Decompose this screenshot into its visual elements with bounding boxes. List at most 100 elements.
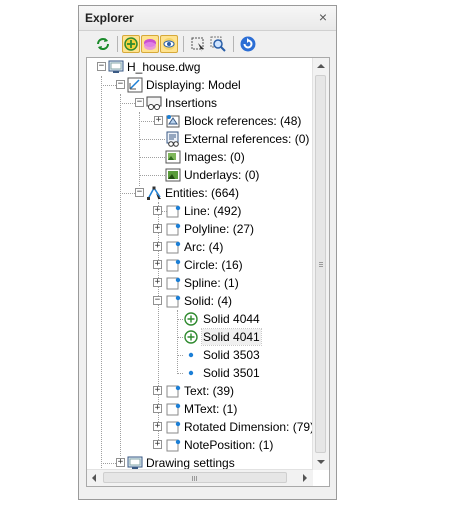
tree-label-entities: Entities: (664) [165,186,240,200]
tree-label-images: Images: (0) [184,150,245,164]
explorer-titlebar: Explorer × [79,6,336,31]
horizontal-scroll-thumb[interactable] [103,472,287,483]
expand-icon[interactable]: + [153,242,162,251]
refresh-icon[interactable] [94,35,112,53]
tree-node-spline[interactable]: + Spline: (1) [87,274,313,292]
collapse-icon[interactable]: − [135,188,144,197]
explorer-tree[interactable]: − H_house.dwg − Displaying: Model − Inse… [86,57,330,487]
tree-label-note-position: NotePosition: (1) [184,438,274,452]
vertical-scroll-thumb[interactable] [315,75,326,453]
tree-node-text[interactable]: + Text: (39) [87,382,313,400]
tree-node-solid-3501[interactable]: Solid 3501 [87,364,313,382]
tree-node-displaying[interactable]: − Displaying: Model [87,76,313,94]
tree-connector [120,193,135,194]
tree-label-text: Text: (39) [184,384,235,398]
scroll-right-icon[interactable] [303,474,307,482]
explorer-panel: Explorer × − H_house.dwg − Displaying: M… [78,5,337,500]
grip-icon [196,476,197,481]
add-circle-icon [183,329,199,345]
collapse-icon[interactable]: − [135,98,144,107]
tree-node-insertions[interactable]: − Insertions [87,94,313,112]
scroll-up-icon[interactable] [317,64,325,68]
tree-connector [120,103,135,104]
expand-icon[interactable]: + [153,224,162,233]
expand-icon[interactable]: + [153,260,162,269]
tree-label-spline: Spline: (1) [184,276,239,290]
expand-icon[interactable]: + [153,206,162,215]
tree-node-rotated-dimension[interactable]: + Rotated Dimension: (79) [87,418,314,436]
tree-node-arc[interactable]: + Arc: (4) [87,238,313,256]
tree-node-underlays[interactable]: Underlays: (0) [87,166,313,184]
tree-node-solid-4041[interactable]: Solid 4041 [87,328,313,346]
tree-node-solid-4044[interactable]: Solid 4044 [87,310,313,328]
update-icon[interactable] [239,35,257,53]
grip-icon [319,264,323,265]
expand-icon[interactable]: + [153,422,162,431]
explorer-toolbar [79,31,336,57]
tree-node-root[interactable]: − H_house.dwg [87,58,313,76]
tree-label-underlays: Underlays: (0) [184,168,260,182]
toolbar-separator [183,36,184,52]
horizontal-scrollbar[interactable] [87,469,313,486]
entity-type-icon [165,419,181,435]
tree-node-solid[interactable]: − Solid: (4) [87,292,313,310]
toolbar-separator [117,36,118,52]
show-properties-icon[interactable] [160,35,178,53]
model-space-icon [127,77,143,93]
tree-node-circle[interactable]: + Circle: (16) [87,256,313,274]
dot-icon [183,365,199,381]
collapse-icon[interactable]: − [116,80,125,89]
tree-node-images[interactable]: Images: (0) [87,148,313,166]
block-reference-icon [165,113,181,129]
tree-label-solid-3503: Solid 3503 [203,348,260,362]
select-region-icon[interactable] [189,35,207,53]
expand-icon[interactable]: + [116,458,125,467]
expand-icon[interactable]: + [153,404,162,413]
external-reference-icon [165,131,181,147]
show-layers-icon[interactable] [141,35,159,53]
close-icon[interactable]: × [315,9,331,25]
explorer-title: Explorer [85,11,134,25]
tree-node-note-position[interactable]: + NotePosition: (1) [87,436,313,454]
vertical-scrollbar[interactable] [312,58,329,470]
tree-node-mtext[interactable]: + MText: (1) [87,400,313,418]
tree-node-polyline[interactable]: + Polyline: (27) [87,220,313,238]
tree-label-arc: Arc: (4) [184,240,224,254]
show-entities-icon[interactable] [122,35,140,53]
expand-icon[interactable]: + [153,386,162,395]
drawing-file-icon [108,59,124,75]
tree-label-mtext: MText: (1) [184,402,238,416]
image-icon [165,149,181,165]
tree-label-solid-4041: Solid 4041 [201,328,262,346]
tree-node-solid-3503[interactable]: Solid 3503 [87,346,313,364]
collapse-icon[interactable]: − [153,296,162,305]
tree-label-solid-4044: Solid 4044 [203,312,260,326]
tree-label-block-references: Block references: (48) [184,114,302,128]
scroll-left-icon[interactable] [92,474,96,482]
insertions-icon [146,95,162,111]
scroll-down-icon[interactable] [317,460,325,464]
tree-node-block-references[interactable]: + Block references: (48) [87,112,313,130]
entity-type-icon [165,221,181,237]
tree-connector [139,157,165,158]
tree-label-insertions: Insertions [165,96,218,110]
zoom-to-entity-icon[interactable] [209,35,227,53]
entity-type-icon [165,293,181,309]
expand-icon[interactable]: + [153,278,162,287]
dot-icon [183,347,199,363]
tree-label-root: H_house.dwg [127,60,201,74]
tree-connector [139,121,154,122]
expand-icon[interactable]: + [154,116,163,125]
tree-node-line[interactable]: + Line: (492) [87,202,313,220]
tree-connector [101,85,116,86]
tree-label-line: Line: (492) [184,204,242,218]
grip-icon [192,476,193,481]
tree-node-entities[interactable]: − Entities: (664) [87,184,313,202]
tree-connector [139,175,165,176]
collapse-icon[interactable]: − [97,62,106,71]
tree-label-external-references: External references: (0) [184,132,310,146]
underlay-icon [165,167,181,183]
grip-icon [194,476,195,481]
expand-icon[interactable]: + [153,440,162,449]
tree-node-external-references[interactable]: External references: (0) [87,130,313,148]
